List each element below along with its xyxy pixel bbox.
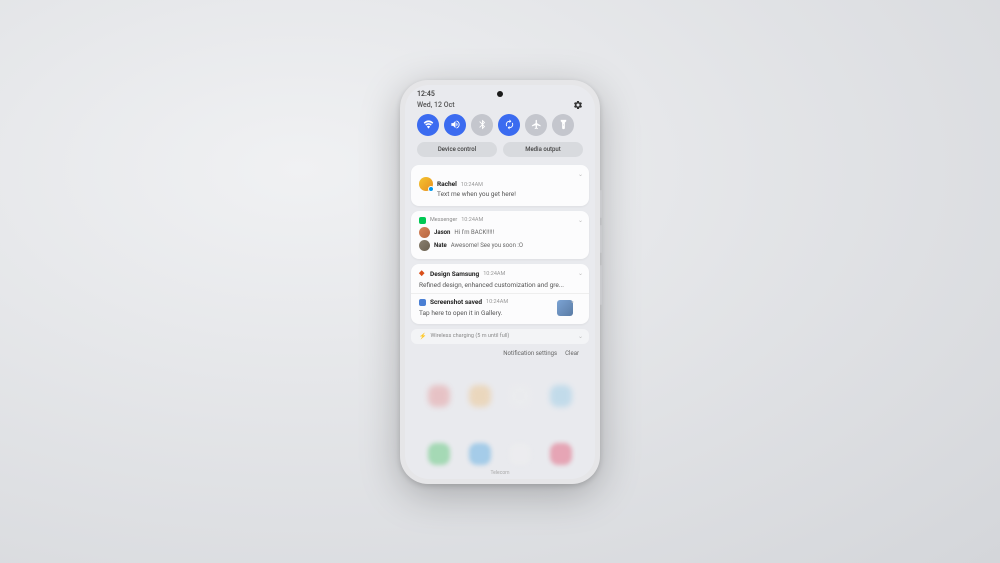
notification-screenshot[interactable]: Screenshot saved 10:24AM Tap here to ope…: [419, 298, 581, 317]
chevron-down-icon[interactable]: ⌄: [578, 270, 583, 277]
notif-time: 10:24AM: [483, 271, 505, 277]
bluetooth-toggle[interactable]: [471, 114, 493, 136]
phone-frame: 12:45 Wed, 12 Oct Device control Media o…: [400, 80, 600, 484]
avatar-rachel: [419, 177, 433, 191]
avatar-jason: [419, 227, 430, 238]
wireless-text: Wireless charging (5 m until full): [430, 333, 509, 339]
design-samsung-icon: ◆: [419, 270, 426, 277]
chevron-down-icon[interactable]: ⌄: [578, 333, 583, 340]
notification-settings-link[interactable]: Notification settings: [503, 350, 557, 357]
front-camera: [497, 91, 503, 97]
carrier-label: Telecom: [405, 470, 595, 476]
gallery-app-icon: [419, 299, 426, 306]
power-button[interactable]: [600, 265, 602, 305]
notif-body: Text me when you get here!: [437, 190, 516, 198]
status-date: Wed, 12 Oct: [417, 101, 455, 109]
chevron-down-icon[interactable]: ⌄: [578, 217, 583, 224]
notif-time: 10:24AM: [486, 299, 508, 305]
msg-preview: Hi I'm BACK!!!!!: [454, 229, 581, 236]
notif-body: Refined design, enhanced customization a…: [419, 281, 581, 289]
sound-toggle[interactable]: [444, 114, 466, 136]
wifi-toggle[interactable]: [417, 114, 439, 136]
app-name-label: Messenger: [430, 217, 457, 223]
clear-all-button[interactable]: Clear: [565, 350, 579, 357]
notif-time: 10:24AM: [461, 217, 483, 223]
notification-rachel[interactable]: Rachel 10:24AM Text me when you get here…: [411, 165, 589, 206]
home-dock-blurred: [405, 443, 595, 465]
flashlight-toggle[interactable]: [552, 114, 574, 136]
settings-gear-icon[interactable]: [573, 100, 583, 110]
divider: [411, 293, 589, 294]
msg-preview: Awesome! See you soon :O: [451, 242, 581, 249]
notif-title: Screenshot saved: [430, 298, 482, 306]
airplane-toggle[interactable]: [525, 114, 547, 136]
app-badge-icon: [428, 186, 434, 192]
chevron-down-icon[interactable]: ⌄: [578, 171, 583, 178]
phone-screen: 12:45 Wed, 12 Oct Device control Media o…: [405, 85, 595, 479]
messenger-app-icon: [419, 217, 426, 224]
notif-time: 10:24AM: [461, 182, 483, 188]
app-name-label: Design Samsung: [430, 270, 479, 278]
bolt-icon: ⚡: [419, 333, 426, 340]
msg-sender: Jason: [434, 229, 450, 236]
media-output-button[interactable]: Media output: [503, 142, 583, 157]
device-control-button[interactable]: Device control: [417, 142, 497, 157]
volume-up-button[interactable]: [600, 190, 602, 218]
rotate-toggle[interactable]: [498, 114, 520, 136]
notification-messenger[interactable]: Messenger 10:24AM Jason Hi I'm BACK!!!!!…: [411, 211, 589, 259]
notif-sender-name: Rachel: [437, 180, 457, 188]
msg-sender: Nate: [434, 242, 447, 249]
home-apps-row-blurred: [405, 385, 595, 407]
volume-down-button[interactable]: [600, 225, 602, 253]
notification-design-samsung[interactable]: ◆ Design Samsung 10:24AM Refined design,…: [411, 264, 589, 324]
avatar-nate: [419, 240, 430, 251]
chevron-down-icon[interactable]: ⌄: [570, 298, 575, 305]
quick-toggles-row: [405, 114, 595, 142]
wireless-charging-notice[interactable]: ⚡ Wireless charging (5 m until full) ⌄: [411, 329, 589, 344]
